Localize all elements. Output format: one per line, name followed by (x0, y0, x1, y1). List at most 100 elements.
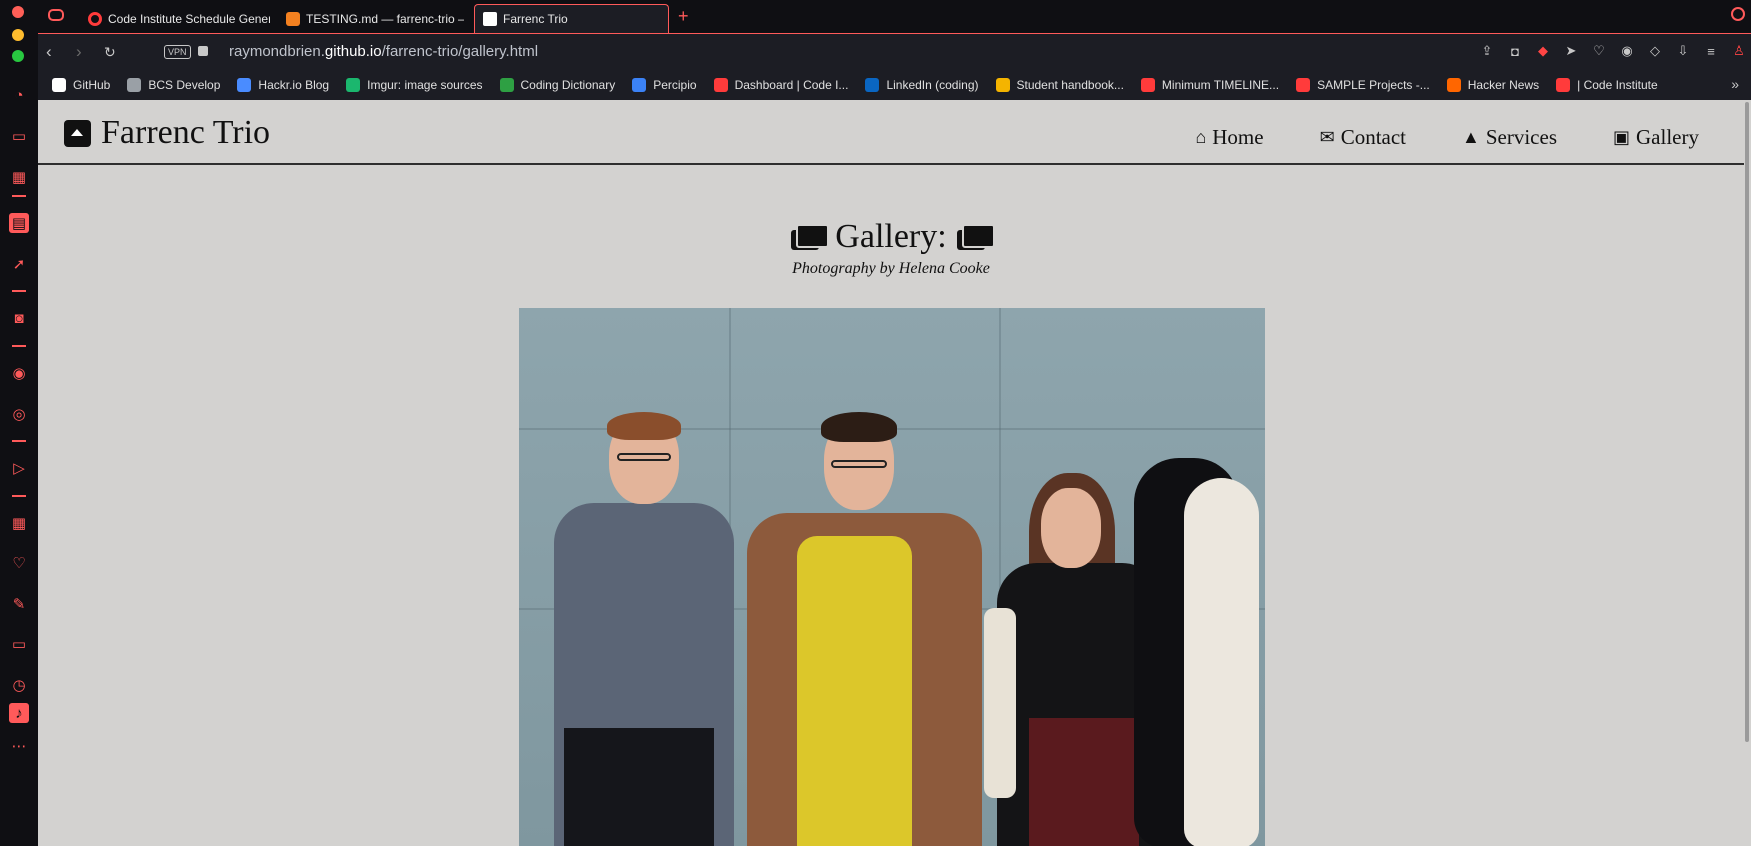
apps-grid-icon[interactable]: ▦ (9, 513, 29, 533)
eject-logo-icon (64, 119, 91, 147)
bookmark-label: | Code Institute (1577, 78, 1658, 92)
sidebar-divider (12, 290, 26, 292)
codeinstitute-icon (1296, 78, 1311, 92)
gamepad-icon[interactable] (48, 9, 64, 21)
tab-testing-md[interactable]: TESTING.md — farrenc-trio — G (278, 4, 464, 33)
bookmark-item[interactable]: Hackr.io Blog (237, 78, 329, 92)
toolbar-icons: ⇪ ◘ ◆ ➤ ♡ ◉ ◇ ⇩ ≡ ♙ (1479, 43, 1747, 59)
vpn-badge[interactable]: VPN (164, 45, 191, 59)
pocket-icon[interactable]: ◆ (1535, 43, 1551, 59)
gallery-heading: Gallery: (38, 218, 1744, 256)
download-icon[interactable]: ⇩ (1675, 43, 1691, 59)
forward-icon[interactable]: › (76, 42, 82, 62)
more-options-icon[interactable]: ⋯ (9, 736, 29, 756)
site-logo[interactable]: Farrenc Trio (64, 114, 270, 152)
imgur-icon (346, 78, 361, 92)
tab-farrenc-trio[interactable]: Farrenc Trio (474, 4, 669, 33)
bookmark-label: SAMPLE Projects -... (1317, 78, 1430, 92)
bookmark-item[interactable]: Minimum TIMELINE... (1140, 78, 1280, 92)
images-icon (791, 224, 830, 250)
codeinstitute-icon (88, 11, 102, 26)
speed-dial-icon[interactable]: ◔ (9, 85, 29, 105)
tab-title: TESTING.md — farrenc-trio — G (306, 11, 464, 26)
bookmarks-bar: GitHub BCS Develop Hackr.io Blog Imgur: ima… (38, 70, 1751, 100)
bookmark-label: Percipio (653, 78, 697, 92)
url-host: github.io (324, 43, 382, 60)
bookmark-label: BCS Develop (148, 78, 221, 92)
cello-case (1184, 478, 1259, 846)
heart-icon[interactable]: ♡ (9, 553, 29, 573)
nav-item-contact[interactable]: ✉ Contact (1320, 125, 1406, 150)
cube-icon[interactable]: ◇ (1647, 43, 1663, 59)
search-tabs-icon[interactable] (1731, 7, 1745, 21)
profile-avatar[interactable]: ◉ (1619, 43, 1635, 59)
bcs-icon (127, 78, 142, 92)
messenger-icon[interactable]: ◉ (9, 363, 29, 383)
workspace-icon[interactable]: ▭ (9, 126, 29, 146)
send-icon[interactable]: ➤ (1563, 43, 1579, 59)
hackr-icon (237, 78, 252, 92)
trio-photo (519, 308, 1265, 846)
music-player-icon[interactable]: ♪ (9, 703, 29, 723)
bookmark-item[interactable]: | Code Institute (1556, 78, 1658, 92)
bookmark-item[interactable]: Dashboard | Code I... (713, 78, 848, 92)
minimize-window-button[interactable] (12, 29, 24, 41)
bookmark-item[interactable]: GitHub (52, 78, 110, 92)
briefcase-icon[interactable]: ▤ (9, 213, 29, 233)
rocket-icon[interactable]: ➚ (9, 254, 29, 274)
images-icon: ▣ (1613, 127, 1631, 147)
nav-item-label: Services (1485, 125, 1557, 149)
nav-item-gallery[interactable]: ▣ Gallery (1613, 125, 1699, 150)
bookmark-item[interactable]: Imgur: image sources (346, 78, 483, 92)
share-icon[interactable]: ⇪ (1479, 43, 1495, 59)
photo-credit: Photography by Helena Cooke (792, 260, 990, 277)
bookmark-label: Minimum TIMELINE... (1161, 78, 1280, 92)
browser-sidebar: ◔ ▭ ▦ ▤ ➚ ◙ ◉ ◎ ▷ ▦ ♡ ✎ ▭ ◷ ♪ ⋯ (0, 29, 38, 846)
history-icon[interactable]: ◷ (9, 675, 29, 695)
bookmark-item[interactable]: Hacker News (1446, 78, 1539, 92)
tab-code-institute-schedule[interactable]: Code Institute Schedule Genera (80, 4, 270, 33)
site-header: Farrenc Trio ⌂ Home ✉ Contact ▲ Services… (38, 100, 1744, 165)
bookmark-label: LinkedIn (coding) (886, 78, 979, 92)
maximize-window-button[interactable] (12, 50, 24, 62)
chatgpt-icon[interactable]: ◙ (9, 308, 29, 328)
codeinstitute-icon (1140, 78, 1155, 92)
url-field[interactable]: raymondbrien.github.io/farrenc-trio/gall… (229, 43, 538, 60)
bookmark-item[interactable]: Student handbook... (995, 78, 1124, 92)
nav-item-label: Contact (1340, 125, 1407, 149)
sidebar-divider (12, 440, 26, 442)
bookmark-item[interactable]: Coding Dictionary (499, 78, 615, 92)
percipio-icon (632, 78, 647, 92)
new-tab-button[interactable]: + (678, 6, 689, 27)
url-prefix: raymondbrien. (229, 43, 325, 60)
sidebar-divider (12, 195, 26, 197)
tab-title: Farrenc Trio (503, 12, 568, 26)
more-bookmarks-button[interactable]: » (1731, 76, 1739, 92)
bookmark-label: Hackr.io Blog (258, 78, 330, 92)
send-icon[interactable]: ▷ (9, 458, 29, 478)
extension-icon[interactable]: ▦ (9, 167, 29, 187)
lock-icon[interactable] (198, 46, 208, 56)
close-window-button[interactable] (12, 6, 24, 18)
bookmark-item[interactable]: SAMPLE Projects -... (1296, 78, 1430, 92)
wallet-icon[interactable]: ▭ (9, 634, 29, 654)
bookmark-item[interactable]: LinkedIn (coding) (865, 78, 979, 92)
nav-item-services[interactable]: ▲ Services (1462, 125, 1557, 150)
gitpod-icon (286, 11, 300, 26)
page-scrollbar[interactable] (1745, 102, 1749, 742)
whatsapp-icon[interactable]: ◎ (9, 404, 29, 424)
tab-bar: Code Institute Schedule Genera TESTING.m… (0, 0, 1751, 33)
web-page: Farrenc Trio ⌂ Home ✉ Contact ▲ Services… (38, 100, 1751, 846)
settings-sliders-icon[interactable]: ≡ (1703, 43, 1719, 59)
bookmark-item[interactable]: BCS Develop (127, 78, 220, 92)
edit-icon[interactable]: ✎ (9, 594, 29, 614)
bell-concierge-icon: ▲ (1462, 127, 1480, 147)
camera-icon[interactable]: ◘ (1507, 43, 1523, 59)
bookmark-item[interactable]: Percipio (632, 78, 697, 92)
nav-item-home[interactable]: ⌂ Home (1195, 125, 1263, 150)
back-icon[interactable]: ‹ (46, 42, 52, 62)
reload-icon[interactable]: ↻ (104, 44, 116, 61)
url-path: /farrenc-trio/gallery.html (381, 43, 539, 60)
account-icon[interactable]: ♙ (1731, 43, 1747, 59)
heart-icon[interactable]: ♡ (1591, 43, 1607, 59)
